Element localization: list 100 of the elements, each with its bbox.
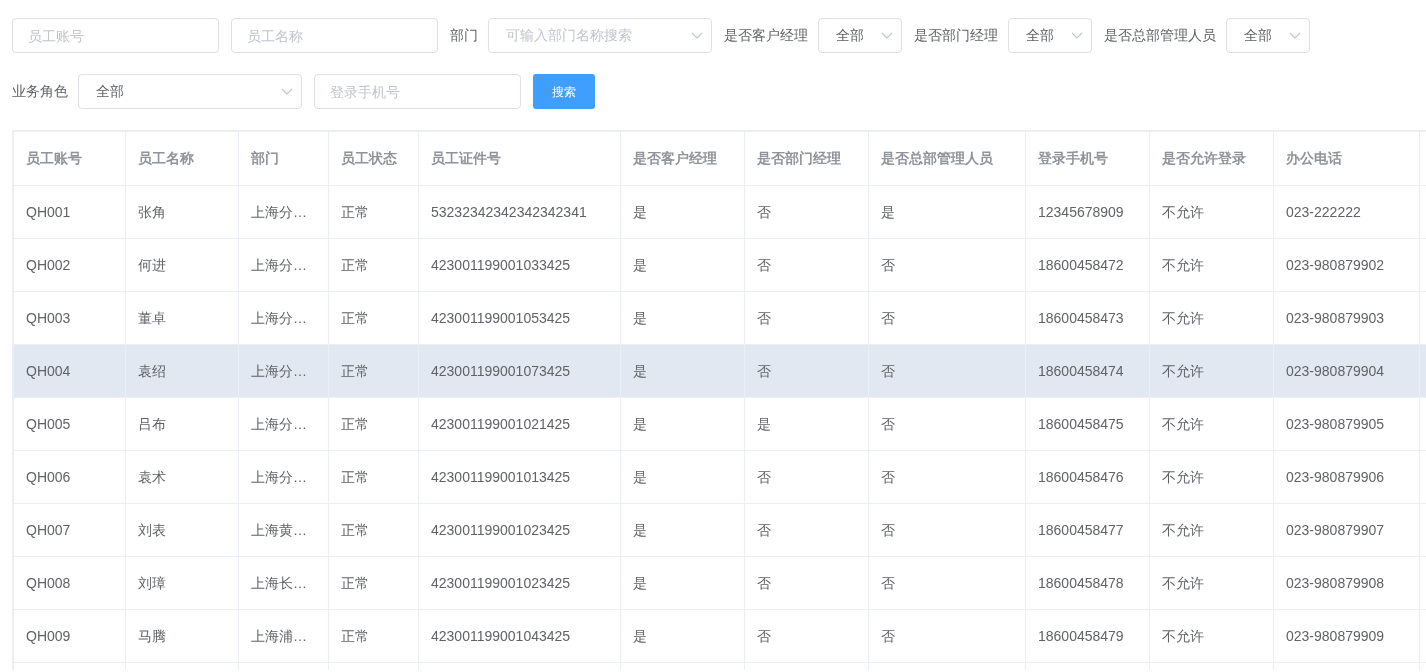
table-cell: 否 (757, 521, 771, 538)
column-header: 是否总部管理人员 (868, 131, 1026, 186)
table-cell: 正常 (341, 415, 369, 432)
select-field[interactable]: 全部 (1226, 18, 1310, 53)
table-cell: 袁术 (138, 468, 166, 485)
table-cell: 是 (633, 627, 647, 644)
column-header: 员工状态 (328, 131, 419, 186)
filter-label: 业务角色 (12, 82, 68, 101)
chevron-down-icon (691, 31, 703, 40)
table-cell: 18600458474 (1038, 362, 1124, 379)
select-field[interactable]: 全部 (1008, 18, 1092, 53)
table-row[interactable]: QH007 刘表 上海黄… 正常 423001199001023425 是 否 否 18600458477 不允许 023-980879907 (13, 503, 1426, 557)
table-cell: 上海分… (251, 203, 307, 220)
table-cell: 否 (757, 574, 771, 591)
table-cell: 否 (757, 468, 771, 485)
table-cell: 上海分… (251, 362, 307, 379)
table-row[interactable]: QH006 袁术 上海分… 正常 423001199001013425 是 否 否 18600458476 不允许 023-980879906 (13, 450, 1426, 504)
chevron-down-icon (1071, 31, 1083, 40)
table-cell: 023-980879902 (1286, 256, 1385, 273)
table-cell: 正常 (341, 309, 369, 326)
table-cell: 刘璋 (138, 574, 166, 591)
table-cell: 是 (633, 521, 647, 538)
filter-label: 是否部门经理 (914, 26, 998, 45)
table-cell: 不允许 (1162, 256, 1204, 273)
table-cell: 023-980879909 (1286, 627, 1385, 644)
table-cell: 是 (881, 203, 895, 220)
table-row[interactable]: QH001 张角 上海分… 正常 53232342342342342341 是 否 是 12345678909 不允许 023-222222 (13, 185, 1426, 239)
table-cell: 53232342342342342341 (431, 203, 587, 220)
table-cell: 正常 (341, 521, 369, 538)
table-cell: 否 (757, 362, 771, 379)
input-field[interactable]: 员工账号 (12, 18, 219, 53)
table-cell: 023-980879903 (1286, 309, 1385, 326)
table-cell: 不允许 (1162, 521, 1204, 538)
table-cell: 张角 (138, 203, 166, 220)
table-cell: 023-980879906 (1286, 468, 1385, 485)
table-cell: 刘表 (138, 521, 166, 538)
table-cell: 否 (881, 256, 895, 273)
table-cell: 423001199001013425 (431, 468, 571, 485)
column-header: 是否客户经理 (620, 131, 745, 186)
input-field[interactable]: 登录手机号 (314, 74, 521, 109)
table-row[interactable]: QH003 董卓 上海分… 正常 423001199001053425 是 否 否 18600458473 不允许 023-980879903 (13, 291, 1426, 345)
column-header: 员工账号 (13, 131, 126, 186)
table-cell: 否 (881, 468, 895, 485)
column-header: 办公电话 (1273, 131, 1420, 186)
table-cell: 18600458472 (1038, 256, 1124, 273)
table-cell: 12345678909 (1038, 203, 1124, 220)
table-cell: 否 (881, 362, 895, 379)
filter-label: 是否客户经理 (724, 26, 808, 45)
column-header: 是否允许登录 (1149, 131, 1274, 186)
table-row[interactable]: QH009 马腾 上海浦… 正常 423001199001043425 是 否 否 18600458479 不允许 023-980879909 (13, 609, 1426, 663)
table-cell: 423001199001021425 (431, 415, 571, 432)
table-cell: 18600458478 (1038, 574, 1124, 591)
table-cell: 423001199001073425 (431, 362, 571, 379)
table-cell: 正常 (341, 468, 369, 485)
input-field[interactable]: 员工名称 (231, 18, 438, 53)
select-value: 全部 (96, 82, 124, 101)
table-cell: 上海黄… (251, 521, 307, 538)
table-cell: 否 (881, 627, 895, 644)
table-cell: 上海分… (251, 309, 307, 326)
table-cell: 上海分… (251, 415, 307, 432)
table-cell: 18600458476 (1038, 468, 1124, 485)
table-cell: 023-980879908 (1286, 574, 1385, 591)
table-cell: 18600458477 (1038, 521, 1124, 538)
table-cell: 否 (757, 627, 771, 644)
chevron-down-icon (881, 31, 893, 40)
table-row[interactable]: QH005 吕布 上海分… 正常 423001199001021425 是 是 否 18600458475 不允许 023-980879905 (13, 397, 1426, 451)
table-cell: 不允许 (1162, 468, 1204, 485)
table-cell: QH003 (26, 309, 71, 326)
table-cell: 否 (881, 415, 895, 432)
table-cell: 正常 (341, 627, 369, 644)
table-cell: 023-980879904 (1286, 362, 1385, 379)
table-cell: QH004 (26, 362, 71, 379)
table-cell: 是 (633, 468, 647, 485)
table-cell: 不允许 (1162, 203, 1204, 220)
select-value: 全部 (836, 26, 864, 45)
table-cell: 18600458475 (1038, 415, 1124, 432)
table-cell: 023-222222 (1286, 203, 1361, 220)
table-cell: QH007 (26, 521, 71, 538)
table-cell: 423001199001033425 (431, 256, 571, 273)
table-cell: 是 (633, 203, 647, 220)
table-cell: QH008 (26, 574, 71, 591)
chevron-down-icon (1289, 31, 1301, 40)
filter-label: 是否总部管理人员 (1104, 26, 1216, 45)
select-field[interactable]: 全部 (78, 74, 302, 109)
table-row[interactable]: QH008 刘璋 上海长… 正常 423001199001023425 是 否 否 18600458478 不允许 023-980879908 (13, 556, 1426, 610)
table-cell: QH009 (26, 627, 71, 644)
table-cell: 是 (633, 362, 647, 379)
table-cell: 是 (633, 574, 647, 591)
table-row[interactable]: QH004 袁绍 上海分… 正常 423001199001073425 是 否 否 18600458474 不允许 023-980879904 (13, 344, 1426, 398)
filter-label: 部门 (450, 26, 478, 45)
table-cell: 正常 (341, 574, 369, 591)
table-cell: 否 (757, 309, 771, 326)
table-cell: 不允许 (1162, 362, 1204, 379)
table-row[interactable]: QH002 何进 上海分… 正常 423001199001033425 是 否 否 18600458472 不允许 023-980879902 (13, 238, 1426, 292)
select-field[interactable]: 全部 (818, 18, 902, 53)
table-cell: 不允许 (1162, 309, 1204, 326)
table-cell: 是 (633, 309, 647, 326)
table-cell: 是 (757, 415, 771, 432)
column-header: 是否部门经理 (744, 131, 869, 186)
table-cell: QH005 (26, 415, 71, 432)
